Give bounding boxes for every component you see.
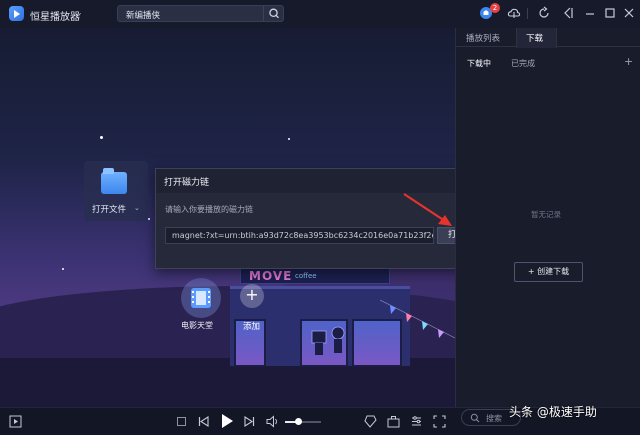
close-icon[interactable]	[622, 6, 636, 20]
chevron-down-icon[interactable]: ⌄	[76, 8, 83, 17]
panel-tabs: 播放列表 下载	[456, 28, 640, 48]
volume-icon[interactable]	[266, 415, 279, 428]
notification-badge: 2	[490, 3, 500, 13]
minimize-icon[interactable]	[583, 6, 597, 20]
empty-state-text: 暂无记录	[531, 210, 561, 219]
prev-icon[interactable]	[197, 415, 210, 428]
open-file-label: 打开文件	[92, 205, 127, 215]
panel-search-placeholder: 搜索	[486, 414, 502, 423]
search-input-value[interactable]: 新编播侠	[126, 9, 160, 21]
play-icon[interactable]	[219, 413, 235, 429]
star-decoration	[62, 268, 64, 270]
volume-slider-handle[interactable]	[294, 418, 302, 425]
subtab-completed[interactable]: 已完成	[511, 58, 535, 69]
settings-icon[interactable]	[410, 415, 423, 428]
playlist-toggle-icon[interactable]	[9, 415, 22, 428]
shop-sign-text: MOVE	[249, 269, 293, 283]
film-icon	[191, 288, 211, 308]
dialog-title: 打开磁力链	[164, 178, 210, 188]
maximize-icon[interactable]	[603, 6, 617, 20]
app-logo-icon[interactable]	[9, 6, 24, 21]
open-file-button[interactable]: 打开文件 ⌄	[84, 161, 148, 221]
add-label: 添加	[243, 322, 261, 332]
add-download-icon[interactable]: +	[624, 55, 633, 68]
cloud-icon[interactable]	[507, 6, 521, 20]
search-input[interactable]: 新编播侠	[117, 5, 284, 22]
magnet-link-value[interactable]: magnet:?xt=urn:btih:a93d72c8ea3953bc6234…	[172, 231, 433, 240]
app-title[interactable]: 恒星播放器	[30, 8, 80, 23]
pin-icon[interactable]	[561, 6, 575, 20]
dialog-prompt: 请输入你要播放的磁力链	[165, 205, 253, 214]
search-icon	[269, 8, 279, 19]
add-button[interactable]: +	[240, 284, 264, 308]
characters-illustration	[311, 326, 345, 355]
tab-download[interactable]: 下载	[526, 32, 543, 44]
star-decoration	[288, 138, 290, 140]
shop-sign-subtext: coffee	[295, 272, 317, 280]
next-icon[interactable]	[243, 415, 256, 428]
magnet-link-input[interactable]: magnet:?xt=urn:btih:a93d72c8ea3953bc6234…	[165, 227, 434, 244]
folder-icon	[101, 168, 127, 194]
screenshot-icon[interactable]	[364, 415, 377, 428]
subtab-downloading[interactable]: 下载中	[467, 58, 491, 69]
toolbox-icon[interactable]	[387, 415, 400, 428]
movie-heaven-label: 电影天堂	[181, 321, 213, 330]
title-separator	[527, 8, 528, 19]
right-panel: 播放列表 下载 下载中 已完成 + 暂无记录 + 创建下载	[455, 28, 640, 407]
arrow-annotation-icon	[403, 193, 452, 226]
chevron-down-icon[interactable]: ⌄	[134, 204, 140, 212]
star-decoration	[100, 136, 103, 139]
tab-playlist[interactable]: 播放列表	[466, 32, 500, 44]
title-bar: 恒星播放器 ⌄ 新编播侠 2	[0, 0, 640, 28]
stop-icon[interactable]	[175, 415, 188, 428]
watermark: 头条 @极速手助	[509, 405, 597, 419]
star-decoration	[148, 218, 150, 220]
fullscreen-icon[interactable]	[433, 415, 446, 428]
bunting-decoration	[380, 299, 455, 339]
search-button[interactable]	[263, 6, 283, 21]
volume-slider[interactable]	[285, 418, 321, 425]
movie-heaven-button[interactable]	[181, 278, 221, 318]
create-download-button[interactable]: + 创建下载	[514, 262, 583, 282]
refresh-icon[interactable]	[537, 6, 551, 20]
search-icon	[470, 413, 480, 423]
